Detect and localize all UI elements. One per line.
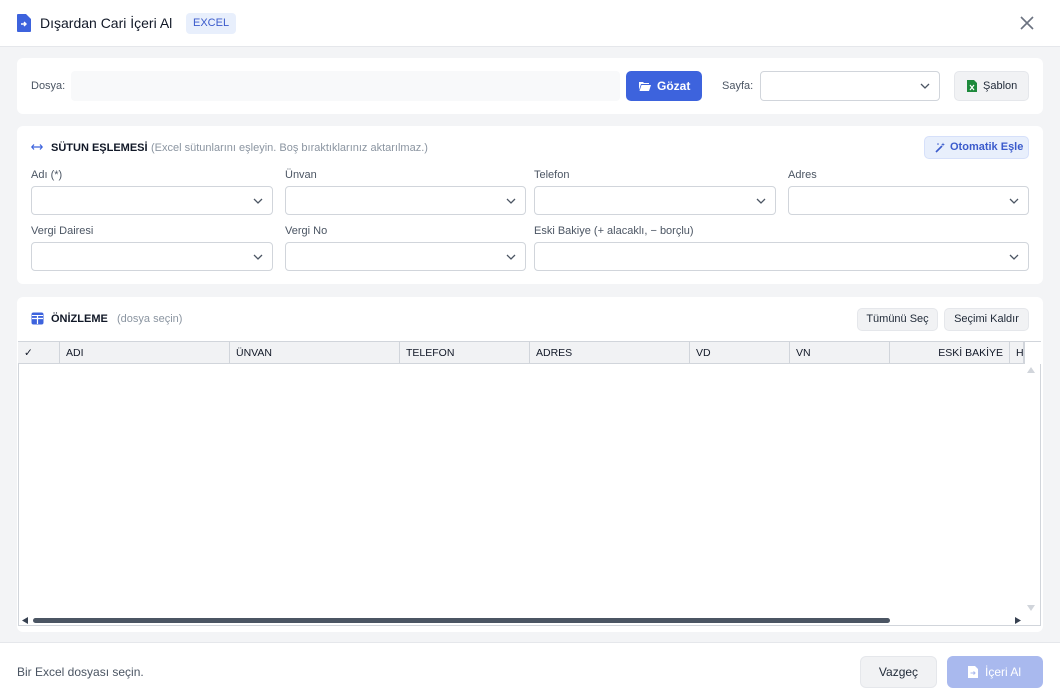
field-label-old-balance: Eski Bakiye (+ alacaklı, − borçlu) (534, 225, 694, 237)
auto-map-label: Otomatik Eşle (950, 141, 1024, 153)
chevron-down-icon (506, 254, 516, 260)
select-tax-number[interactable] (285, 242, 526, 271)
file-selection-panel: Dosya: Gözat Sayfa: Şablon (17, 58, 1043, 114)
import-button[interactable]: İçeri Al (947, 656, 1043, 688)
horizontal-scroll-thumb[interactable] (33, 618, 890, 623)
field-label-tax-number: Vergi No (285, 225, 328, 237)
import-label: İçeri Al (985, 665, 1022, 679)
chevron-down-icon (1009, 254, 1019, 260)
file-import-icon (968, 666, 978, 678)
column-header-address[interactable]: ADRES (530, 342, 690, 364)
file-path-input[interactable] (71, 71, 620, 101)
select-address[interactable] (788, 186, 1029, 215)
column-mapping-panel: SÜTUN EŞLEMESİ (Excel sütunlarını eşleyi… (17, 126, 1043, 284)
column-header-name[interactable]: ADI (60, 342, 230, 364)
mapping-hint: (Excel sütunlarını eşleyin. Boş bıraktık… (151, 142, 428, 154)
select-all-button[interactable]: Tümünü Seç (857, 308, 938, 331)
magic-wand-icon (935, 142, 945, 153)
template-button[interactable]: Şablon (954, 71, 1029, 101)
dialog-footer: Bir Excel dosyası seçin. Vazgeç İçeri Al (0, 642, 1060, 700)
preview-grid-body[interactable] (18, 364, 1041, 615)
field-label-title: Ünvan (285, 169, 317, 181)
select-title[interactable] (285, 186, 526, 215)
dialog-content: Dosya: Gözat Sayfa: Şablon SÜTUN EŞLEMES (0, 47, 1060, 642)
scroll-down-icon[interactable] (1027, 605, 1035, 611)
column-header-check[interactable]: ✓ (18, 342, 60, 364)
mapping-title: SÜTUN EŞLEMESİ (51, 142, 148, 154)
browse-label: Gözat (657, 79, 691, 93)
file-import-icon (17, 14, 31, 32)
column-header-title[interactable]: ÜNVAN (230, 342, 400, 364)
preview-hint: (dosya seçin) (117, 313, 183, 325)
chevron-down-icon (920, 83, 930, 89)
folder-open-icon (639, 82, 651, 91)
sheet-label: Sayfa: (722, 80, 754, 92)
window-title: Dışardan Cari İçeri Al (40, 15, 173, 31)
status-text: Bir Excel dosyası seçin. (17, 665, 144, 679)
grid-header: ✓ ADI ÜNVAN TELEFON ADRES VD VN ESKİ BAK… (18, 341, 1041, 364)
chevron-down-icon (253, 254, 263, 260)
chevron-down-icon (1009, 198, 1019, 204)
vertical-scrollbar[interactable] (1023, 364, 1040, 615)
column-header-phone[interactable]: TELEFON (400, 342, 530, 364)
arrows-horizontal-icon (31, 144, 43, 150)
auto-map-button[interactable]: Otomatik Eşle (924, 136, 1029, 159)
chevron-down-icon (506, 198, 516, 204)
header-scroll-corner (1024, 342, 1041, 364)
field-label-address: Adres (788, 169, 817, 181)
select-tax-office[interactable] (31, 242, 273, 271)
field-label-name: Adı (*) (31, 169, 63, 181)
preview-title: ÖNİZLEME (51, 313, 108, 325)
field-label-tax-office: Vergi Dairesi (31, 225, 94, 237)
browse-button[interactable]: Gözat (626, 71, 702, 101)
column-header-h[interactable]: H (1010, 342, 1024, 364)
cancel-button[interactable]: Vazgeç (860, 656, 937, 688)
column-header-tax-number[interactable]: VN (790, 342, 890, 364)
column-header-tax-office[interactable]: VD (690, 342, 790, 364)
file-label: Dosya: (31, 80, 66, 92)
scroll-right-icon[interactable] (1015, 617, 1021, 624)
select-name[interactable] (31, 186, 273, 215)
chevron-down-icon (253, 198, 263, 204)
scroll-left-icon[interactable] (22, 617, 28, 624)
select-old-balance[interactable] (534, 242, 1029, 271)
select-phone[interactable] (534, 186, 776, 215)
clear-selection-button[interactable]: Seçimi Kaldır (944, 308, 1029, 331)
chevron-down-icon (756, 198, 766, 204)
table-icon (31, 312, 44, 325)
template-label: Şablon (983, 80, 1018, 92)
excel-badge: EXCEL (186, 13, 237, 34)
title-bar: Dışardan Cari İçeri Al EXCEL (0, 0, 1060, 47)
column-header-old-balance[interactable]: ESKİ BAKİYE (890, 342, 1010, 364)
field-label-phone: Telefon (534, 169, 570, 181)
sheet-select[interactable] (760, 71, 940, 101)
scroll-up-icon[interactable] (1027, 367, 1035, 373)
close-icon[interactable] (1018, 14, 1036, 32)
excel-file-icon (967, 80, 977, 92)
horizontal-scrollbar[interactable] (18, 615, 1041, 626)
preview-panel: ÖNİZLEME (dosya seçin) Tümünü Seç Seçimi… (17, 297, 1043, 632)
